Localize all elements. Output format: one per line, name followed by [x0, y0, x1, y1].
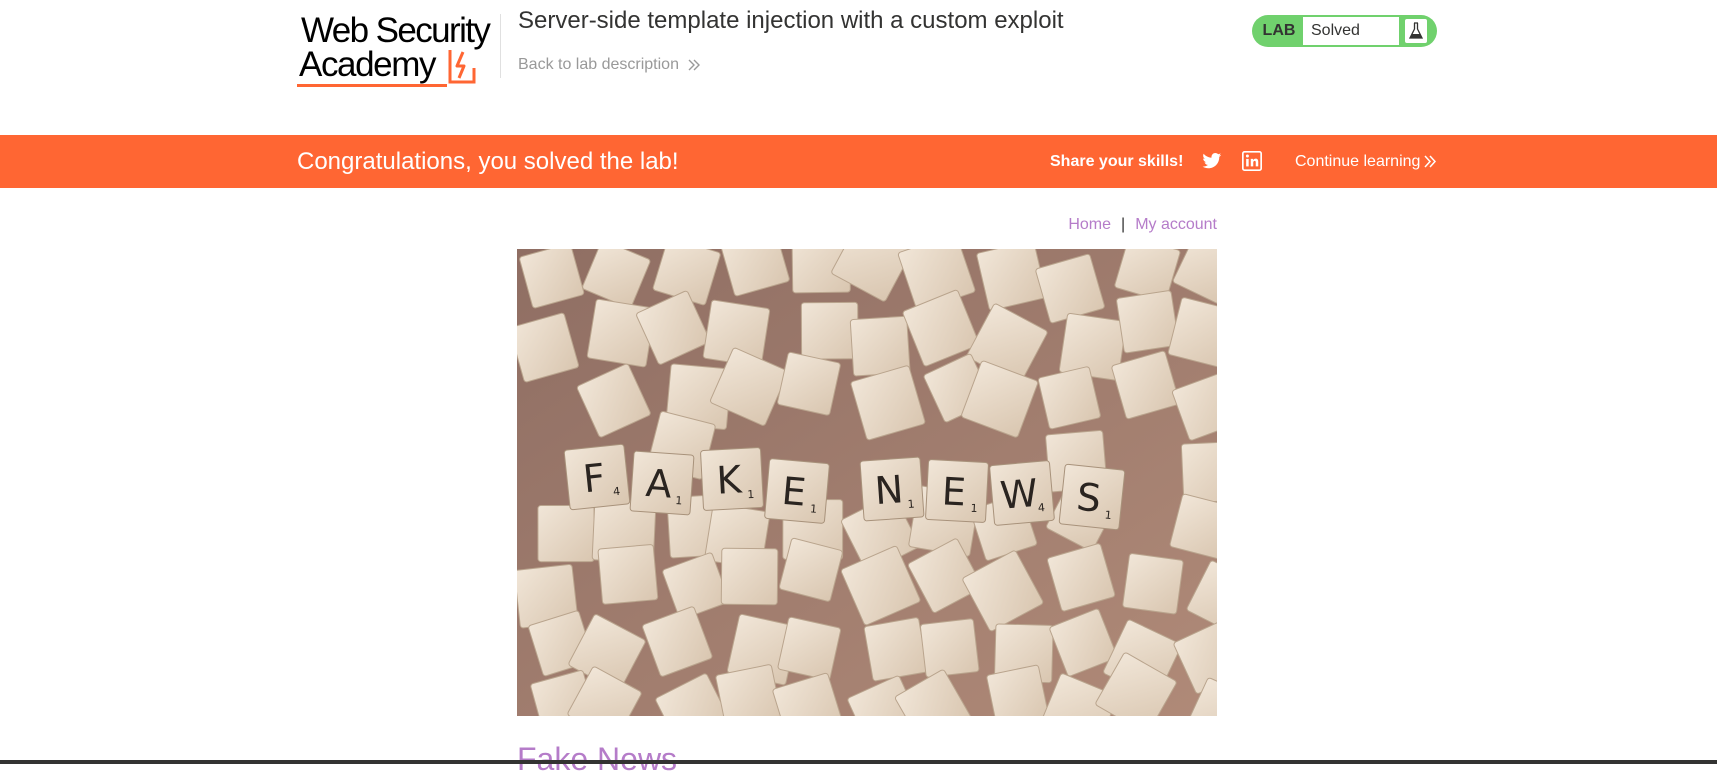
tile-score: 4	[1037, 501, 1045, 515]
lab-status-icon-container	[1400, 15, 1437, 47]
home-link[interactable]: Home	[1068, 216, 1111, 234]
blank-tile	[1116, 290, 1180, 354]
tile-score: 1	[970, 502, 978, 515]
blank-tile	[800, 301, 859, 360]
nav-separator: |	[1121, 216, 1126, 233]
blank-tile	[777, 351, 841, 416]
share-skills-label: Share your skills!	[1050, 153, 1184, 170]
logo-underline	[297, 84, 447, 87]
lab-title: Server-side template injection with a cu…	[518, 7, 1064, 34]
continue-learning-link[interactable]: Continue learning	[1295, 135, 1437, 188]
tile-score: 4	[612, 485, 620, 499]
logo-text-line2: Academy	[299, 45, 437, 84]
tile-letter: F	[581, 455, 607, 501]
letter-tile: N1	[859, 456, 925, 522]
tile-score: 1	[907, 497, 915, 510]
web-security-academy-logo[interactable]: Web Security Academy	[297, 12, 497, 87]
header-divider	[500, 14, 501, 78]
double-chevron-right-icon	[688, 59, 700, 71]
letter-tile: A1	[629, 450, 695, 516]
tile-letter: E	[941, 469, 967, 514]
blank-tile	[777, 616, 842, 681]
back-to-lab-description-link[interactable]: Back to lab description	[518, 56, 701, 74]
tile-letter: N	[873, 467, 904, 513]
blank-tile	[863, 617, 928, 682]
tile-score: 1	[1104, 508, 1112, 522]
page-bottom-bar	[0, 760, 1717, 764]
letter-tile: E1	[764, 458, 830, 524]
my-account-link[interactable]: My account	[1135, 216, 1217, 234]
twitter-icon[interactable]	[1202, 151, 1222, 171]
solved-message: Congratulations, you solved the lab!	[297, 148, 679, 175]
lab-solved-banner: Congratulations, you solved the lab! Sha…	[0, 135, 1717, 188]
blank-tile	[537, 504, 595, 563]
tile-letter: E	[780, 469, 808, 515]
scrabble-tiles-picture: F 4 A 1 K 1 E 1 N 1 E 1 W4 S 1	[517, 249, 1217, 716]
tile-letter: S	[1075, 475, 1104, 521]
back-link-label: Back to lab description	[518, 56, 679, 73]
blog-post-image: F4A1K1E1N1E1W4S1	[517, 249, 1217, 716]
linkedin-icon[interactable]	[1242, 151, 1262, 171]
blank-tile	[597, 544, 659, 605]
letter-tile: E1	[925, 459, 989, 523]
letter-tile: K1	[700, 447, 764, 511]
top-nav-links: Home | My account	[1068, 216, 1217, 234]
blank-tile	[1037, 366, 1101, 430]
flask-icon	[1405, 19, 1427, 43]
tile-letter: W	[998, 471, 1039, 518]
blank-tile	[720, 547, 779, 606]
blog-post-title: Fake News	[517, 741, 678, 777]
letter-tile: S1	[1058, 463, 1126, 531]
lightning-bolt-icon	[448, 50, 476, 84]
lab-status-widget: LAB Solved	[1252, 15, 1437, 47]
double-chevron-right-icon	[1424, 155, 1437, 168]
tile-letter: A	[644, 461, 673, 507]
blank-tile	[920, 618, 980, 678]
letter-tile: F4	[563, 443, 631, 511]
letter-tile: W4	[989, 460, 1055, 526]
lab-status-tag: LAB	[1262, 22, 1296, 39]
tile-score: 1	[809, 502, 817, 516]
lab-status-value: Solved	[1302, 16, 1400, 46]
continue-learning-label: Continue learning	[1295, 153, 1421, 170]
blank-tile	[1180, 441, 1217, 504]
tile-score: 1	[747, 488, 755, 501]
tile-score: 1	[675, 494, 683, 507]
tile-letter: K	[715, 457, 743, 502]
academy-header: Web Security Academy Server-side templat…	[0, 0, 1717, 135]
blank-tile	[1122, 553, 1184, 615]
